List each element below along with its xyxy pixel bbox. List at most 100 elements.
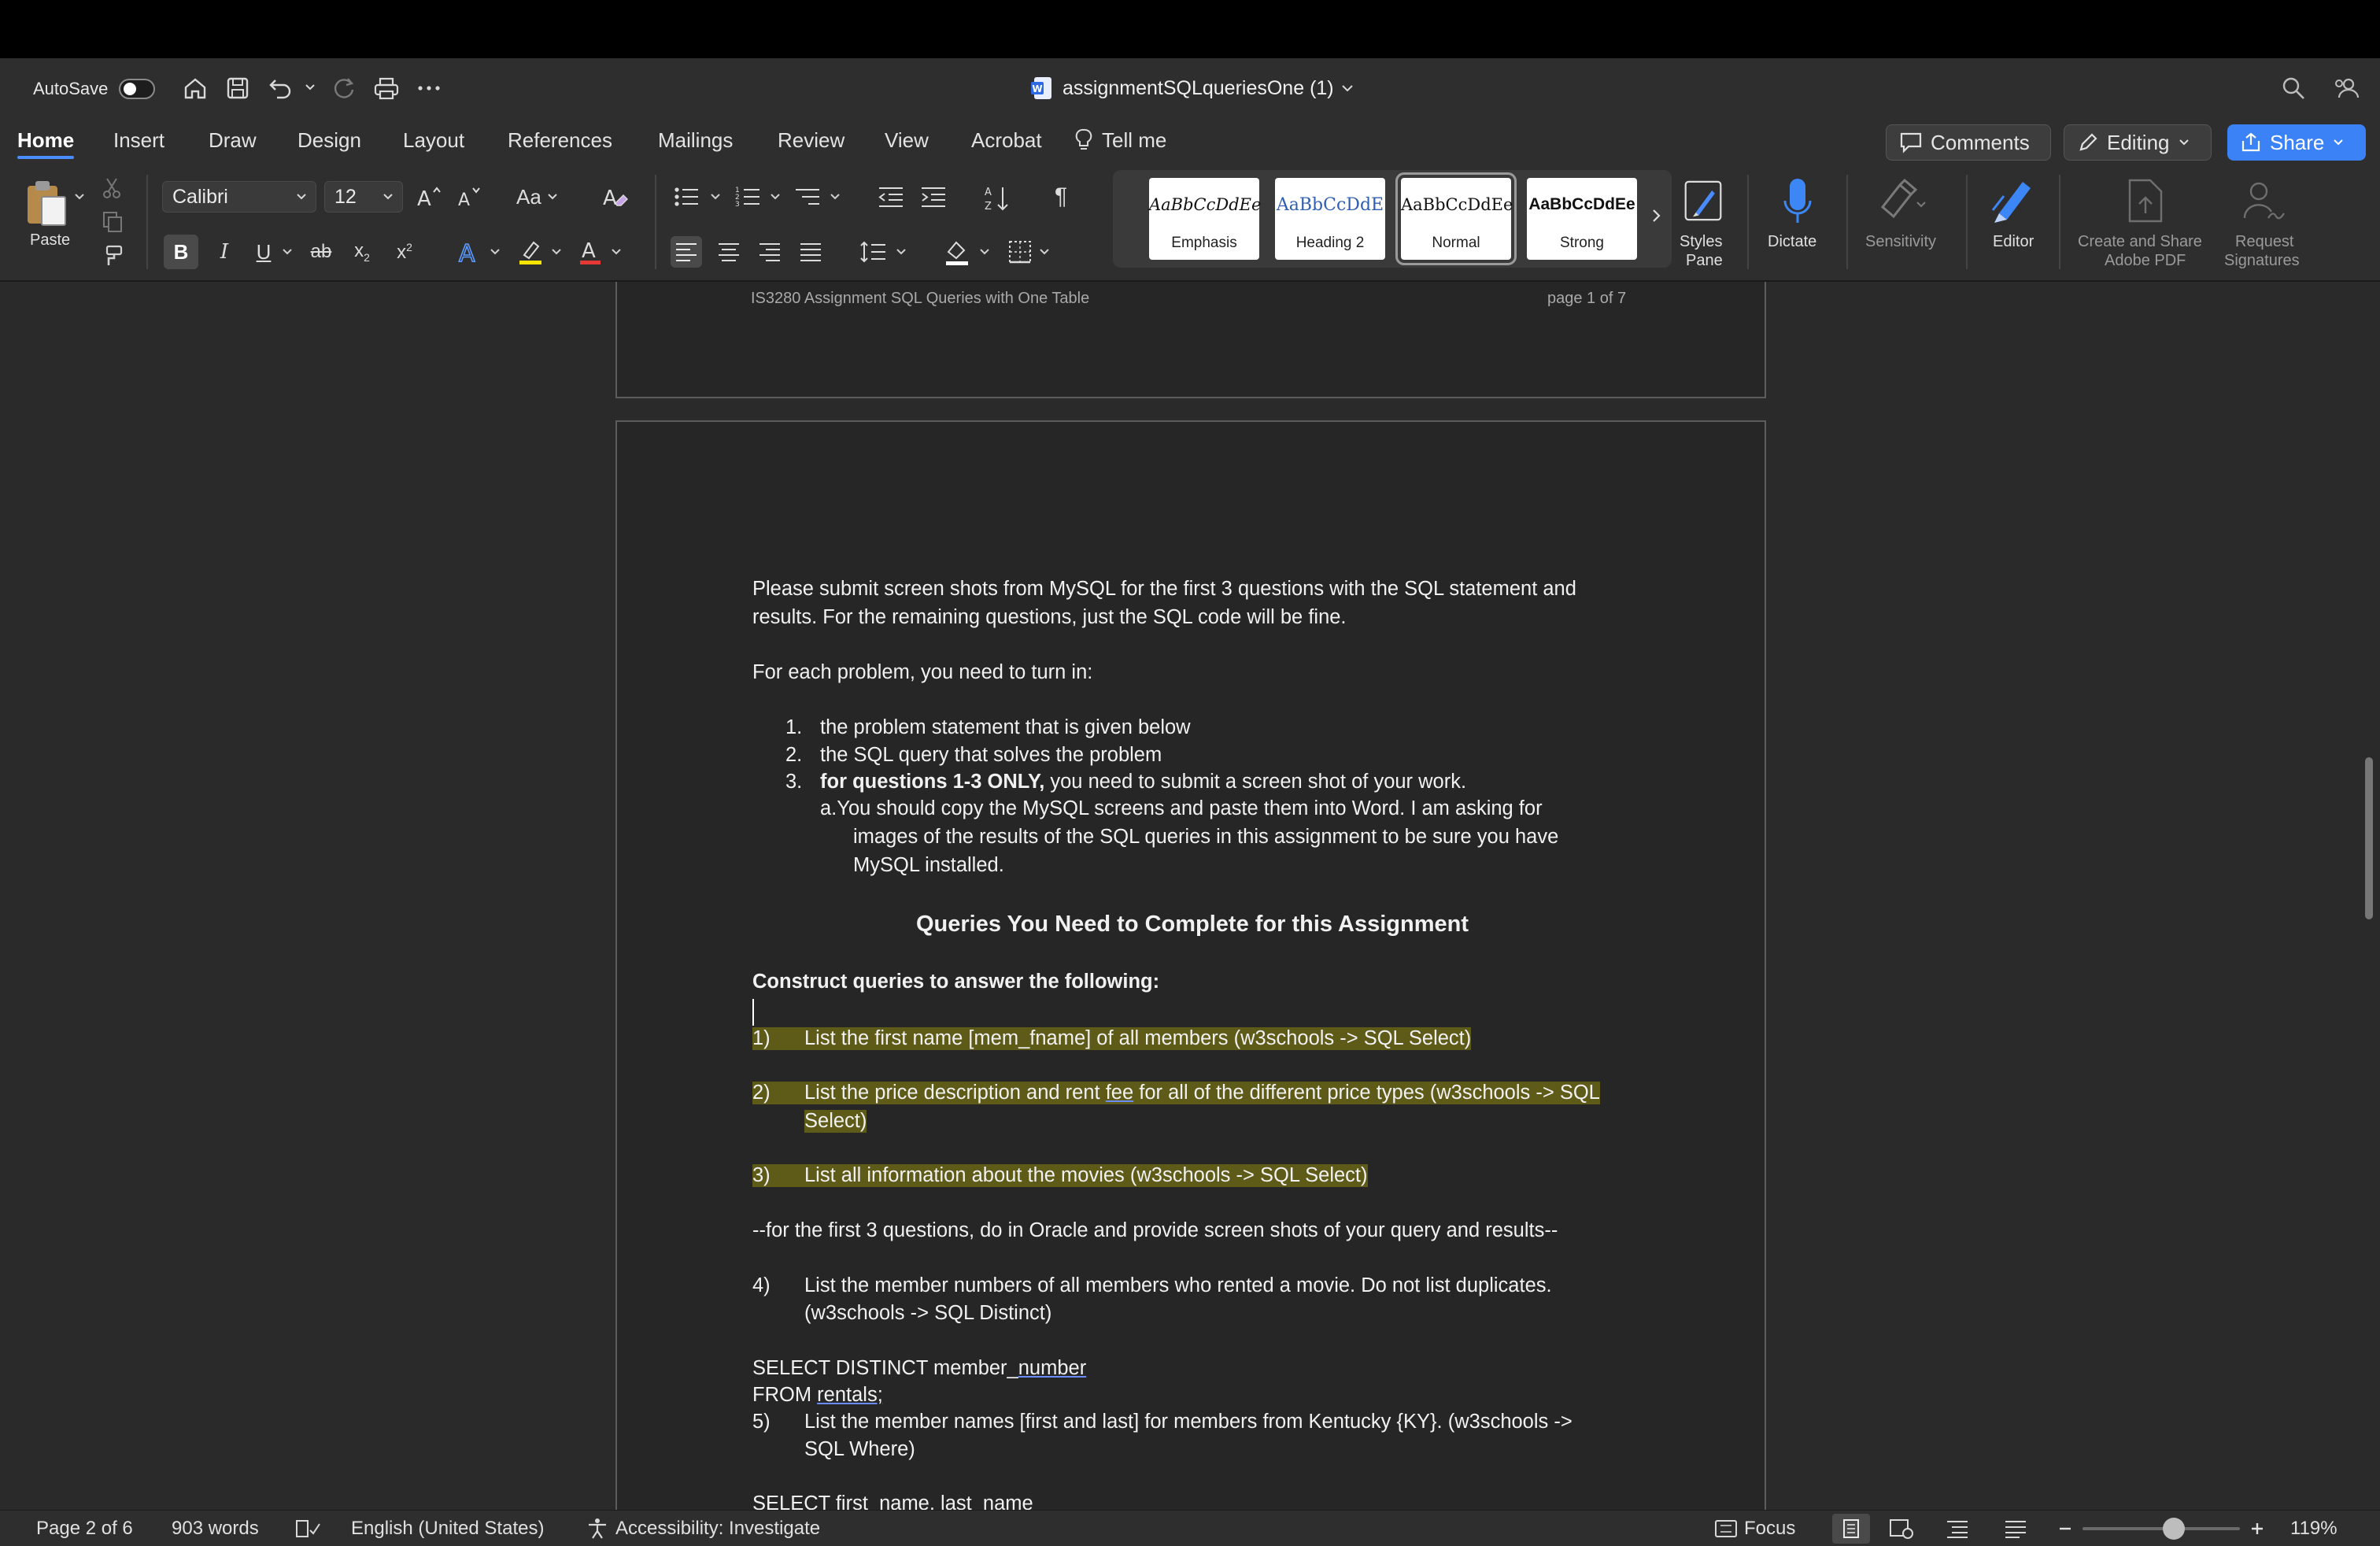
highlight-dropdown-icon[interactable] — [551, 247, 562, 257]
highlight-icon[interactable] — [513, 235, 548, 269]
more-icon[interactable] — [416, 77, 442, 99]
tab-home[interactable]: Home — [17, 124, 75, 159]
focus-mode[interactable]: Focus — [1714, 1511, 1795, 1546]
tab-view[interactable]: View — [885, 124, 929, 156]
font-color-dropdown-icon[interactable] — [611, 247, 622, 257]
outline-view-icon[interactable] — [1946, 1511, 1969, 1546]
decrease-indent-icon[interactable] — [875, 181, 907, 213]
font-size-combo[interactable]: 12 — [324, 181, 403, 213]
subscript-button[interactable]: x2 — [346, 235, 378, 269]
document-canvas[interactable]: IS3280 Assignment SQL Queries with One T… — [0, 282, 2380, 1510]
tell-me[interactable]: Tell me — [1075, 124, 1166, 156]
borders-icon[interactable] — [1004, 236, 1036, 268]
line-spacing-dropdown-icon[interactable] — [896, 247, 907, 257]
increase-indent-icon[interactable] — [918, 181, 949, 213]
multilevel-dropdown-icon[interactable] — [830, 192, 841, 202]
search-icon[interactable] — [2281, 76, 2306, 101]
accessibility-status[interactable]: Accessibility: Investigate — [586, 1511, 820, 1546]
bold-button[interactable]: B — [164, 235, 198, 269]
zoom-slider[interactable] — [2082, 1518, 2240, 1540]
language[interactable]: English (United States) — [351, 1511, 544, 1546]
account-icon[interactable] — [2333, 76, 2360, 101]
styles-pane-button[interactable] — [1683, 176, 1724, 225]
print-layout-view-icon[interactable] — [1832, 1514, 1870, 1544]
tab-design[interactable]: Design — [298, 124, 361, 156]
copy-icon[interactable] — [101, 209, 124, 233]
shading-dropdown-icon[interactable] — [979, 247, 990, 257]
numbering-dropdown-icon[interactable] — [770, 192, 781, 202]
multilevel-list-icon[interactable] — [792, 181, 823, 213]
editing-label: Editing — [2107, 130, 2170, 154]
shading-icon[interactable] — [941, 235, 973, 269]
editor-button[interactable] — [1988, 175, 2038, 227]
align-right-button[interactable] — [754, 236, 785, 268]
underline-dropdown-icon[interactable] — [282, 247, 293, 257]
tab-review[interactable]: Review — [778, 124, 844, 156]
sort-icon[interactable]: AZ — [981, 181, 1012, 216]
request-signatures-button[interactable] — [2240, 176, 2287, 225]
autosave-toggle[interactable] — [119, 79, 156, 99]
web-layout-view-icon[interactable] — [1889, 1511, 1914, 1546]
show-formatting-icon[interactable]: ¶ — [1045, 181, 1077, 213]
style-normal[interactable]: AaBbCcDdEe Normal — [1395, 172, 1517, 265]
text-effects-icon[interactable]: A — [452, 235, 486, 269]
cut-icon[interactable] — [101, 176, 123, 200]
tab-acrobat[interactable]: Acrobat — [971, 124, 1042, 156]
shrink-font-icon[interactable]: A — [453, 181, 485, 213]
home-icon[interactable] — [183, 76, 208, 101]
bullets-dropdown-icon[interactable] — [710, 192, 721, 202]
numbering-icon[interactable]: 123 — [732, 181, 763, 213]
superscript-button[interactable]: x2 — [389, 235, 420, 269]
align-center-button[interactable] — [713, 236, 745, 268]
style-strong[interactable]: AaBbCcDdEe Strong — [1527, 178, 1637, 260]
sensitivity-button[interactable] — [1876, 176, 1927, 225]
tab-insert[interactable]: Insert — [113, 124, 164, 156]
editing-button[interactable]: Editing — [2064, 124, 2212, 161]
bullets-icon[interactable] — [671, 181, 702, 213]
vertical-scrollbar[interactable] — [2365, 757, 2373, 919]
redo-icon[interactable] — [331, 76, 357, 101]
align-left-button[interactable] — [671, 236, 702, 268]
zoom-out-button[interactable] — [2057, 1511, 2073, 1546]
line-spacing-icon[interactable] — [858, 236, 889, 268]
create-share-pdf-button[interactable] — [2123, 176, 2168, 225]
styles-more-icon[interactable] — [1651, 208, 1662, 224]
paste-button[interactable] — [20, 176, 71, 230]
tab-draw[interactable]: Draw — [209, 124, 257, 156]
document-title[interactable]: W assignmentSQLqueriesOne (1) — [1029, 76, 1354, 101]
save-icon[interactable] — [225, 76, 250, 101]
paste-dropdown-icon[interactable] — [74, 192, 85, 202]
print-icon[interactable] — [373, 76, 400, 101]
comments-button[interactable]: Comments — [1886, 124, 2051, 161]
zoom-in-button[interactable] — [2249, 1511, 2265, 1546]
zoom-level[interactable]: 119% — [2290, 1511, 2338, 1546]
tab-references[interactable]: References — [508, 124, 612, 156]
page-2[interactable]: Please submit screen shots from MySQL fo… — [615, 420, 1766, 1510]
autosave[interactable]: AutoSave — [33, 79, 156, 99]
font-color-icon[interactable]: A — [573, 235, 608, 269]
text-effects-dropdown-icon[interactable] — [490, 247, 501, 257]
page-indicator[interactable]: Page 2 of 6 — [36, 1511, 133, 1546]
tab-layout[interactable]: Layout — [403, 124, 464, 156]
italic-button[interactable]: I — [209, 235, 239, 269]
undo-icon[interactable] — [268, 76, 294, 101]
font-name-combo[interactable]: Calibri — [162, 181, 316, 213]
zoom-slider-thumb[interactable] — [2163, 1518, 2185, 1540]
justify-button[interactable] — [795, 236, 826, 268]
word-count[interactable]: 903 words — [172, 1511, 259, 1546]
grow-font-icon[interactable]: A — [412, 181, 444, 213]
dictate-button[interactable] — [1777, 176, 1818, 228]
underline-button[interactable]: U — [249, 235, 279, 269]
change-case-button[interactable]: Aa — [516, 181, 559, 213]
undo-dropdown-icon[interactable] — [304, 82, 316, 93]
format-painter-icon[interactable] — [101, 244, 124, 268]
tab-mailings[interactable]: Mailings — [658, 124, 733, 156]
style-emphasis[interactable]: AaBbCcDdEe Emphasis — [1149, 178, 1261, 260]
clear-formatting-icon[interactable]: A — [600, 181, 631, 213]
draft-view-icon[interactable] — [2004, 1511, 2027, 1546]
style-heading-2[interactable]: AaBbCcDdE Heading 2 — [1275, 178, 1385, 260]
strikethrough-button[interactable]: ab — [305, 235, 337, 269]
share-button[interactable]: Share — [2227, 124, 2366, 161]
borders-dropdown-icon[interactable] — [1039, 247, 1050, 257]
proofing-icon[interactable] — [294, 1511, 321, 1546]
